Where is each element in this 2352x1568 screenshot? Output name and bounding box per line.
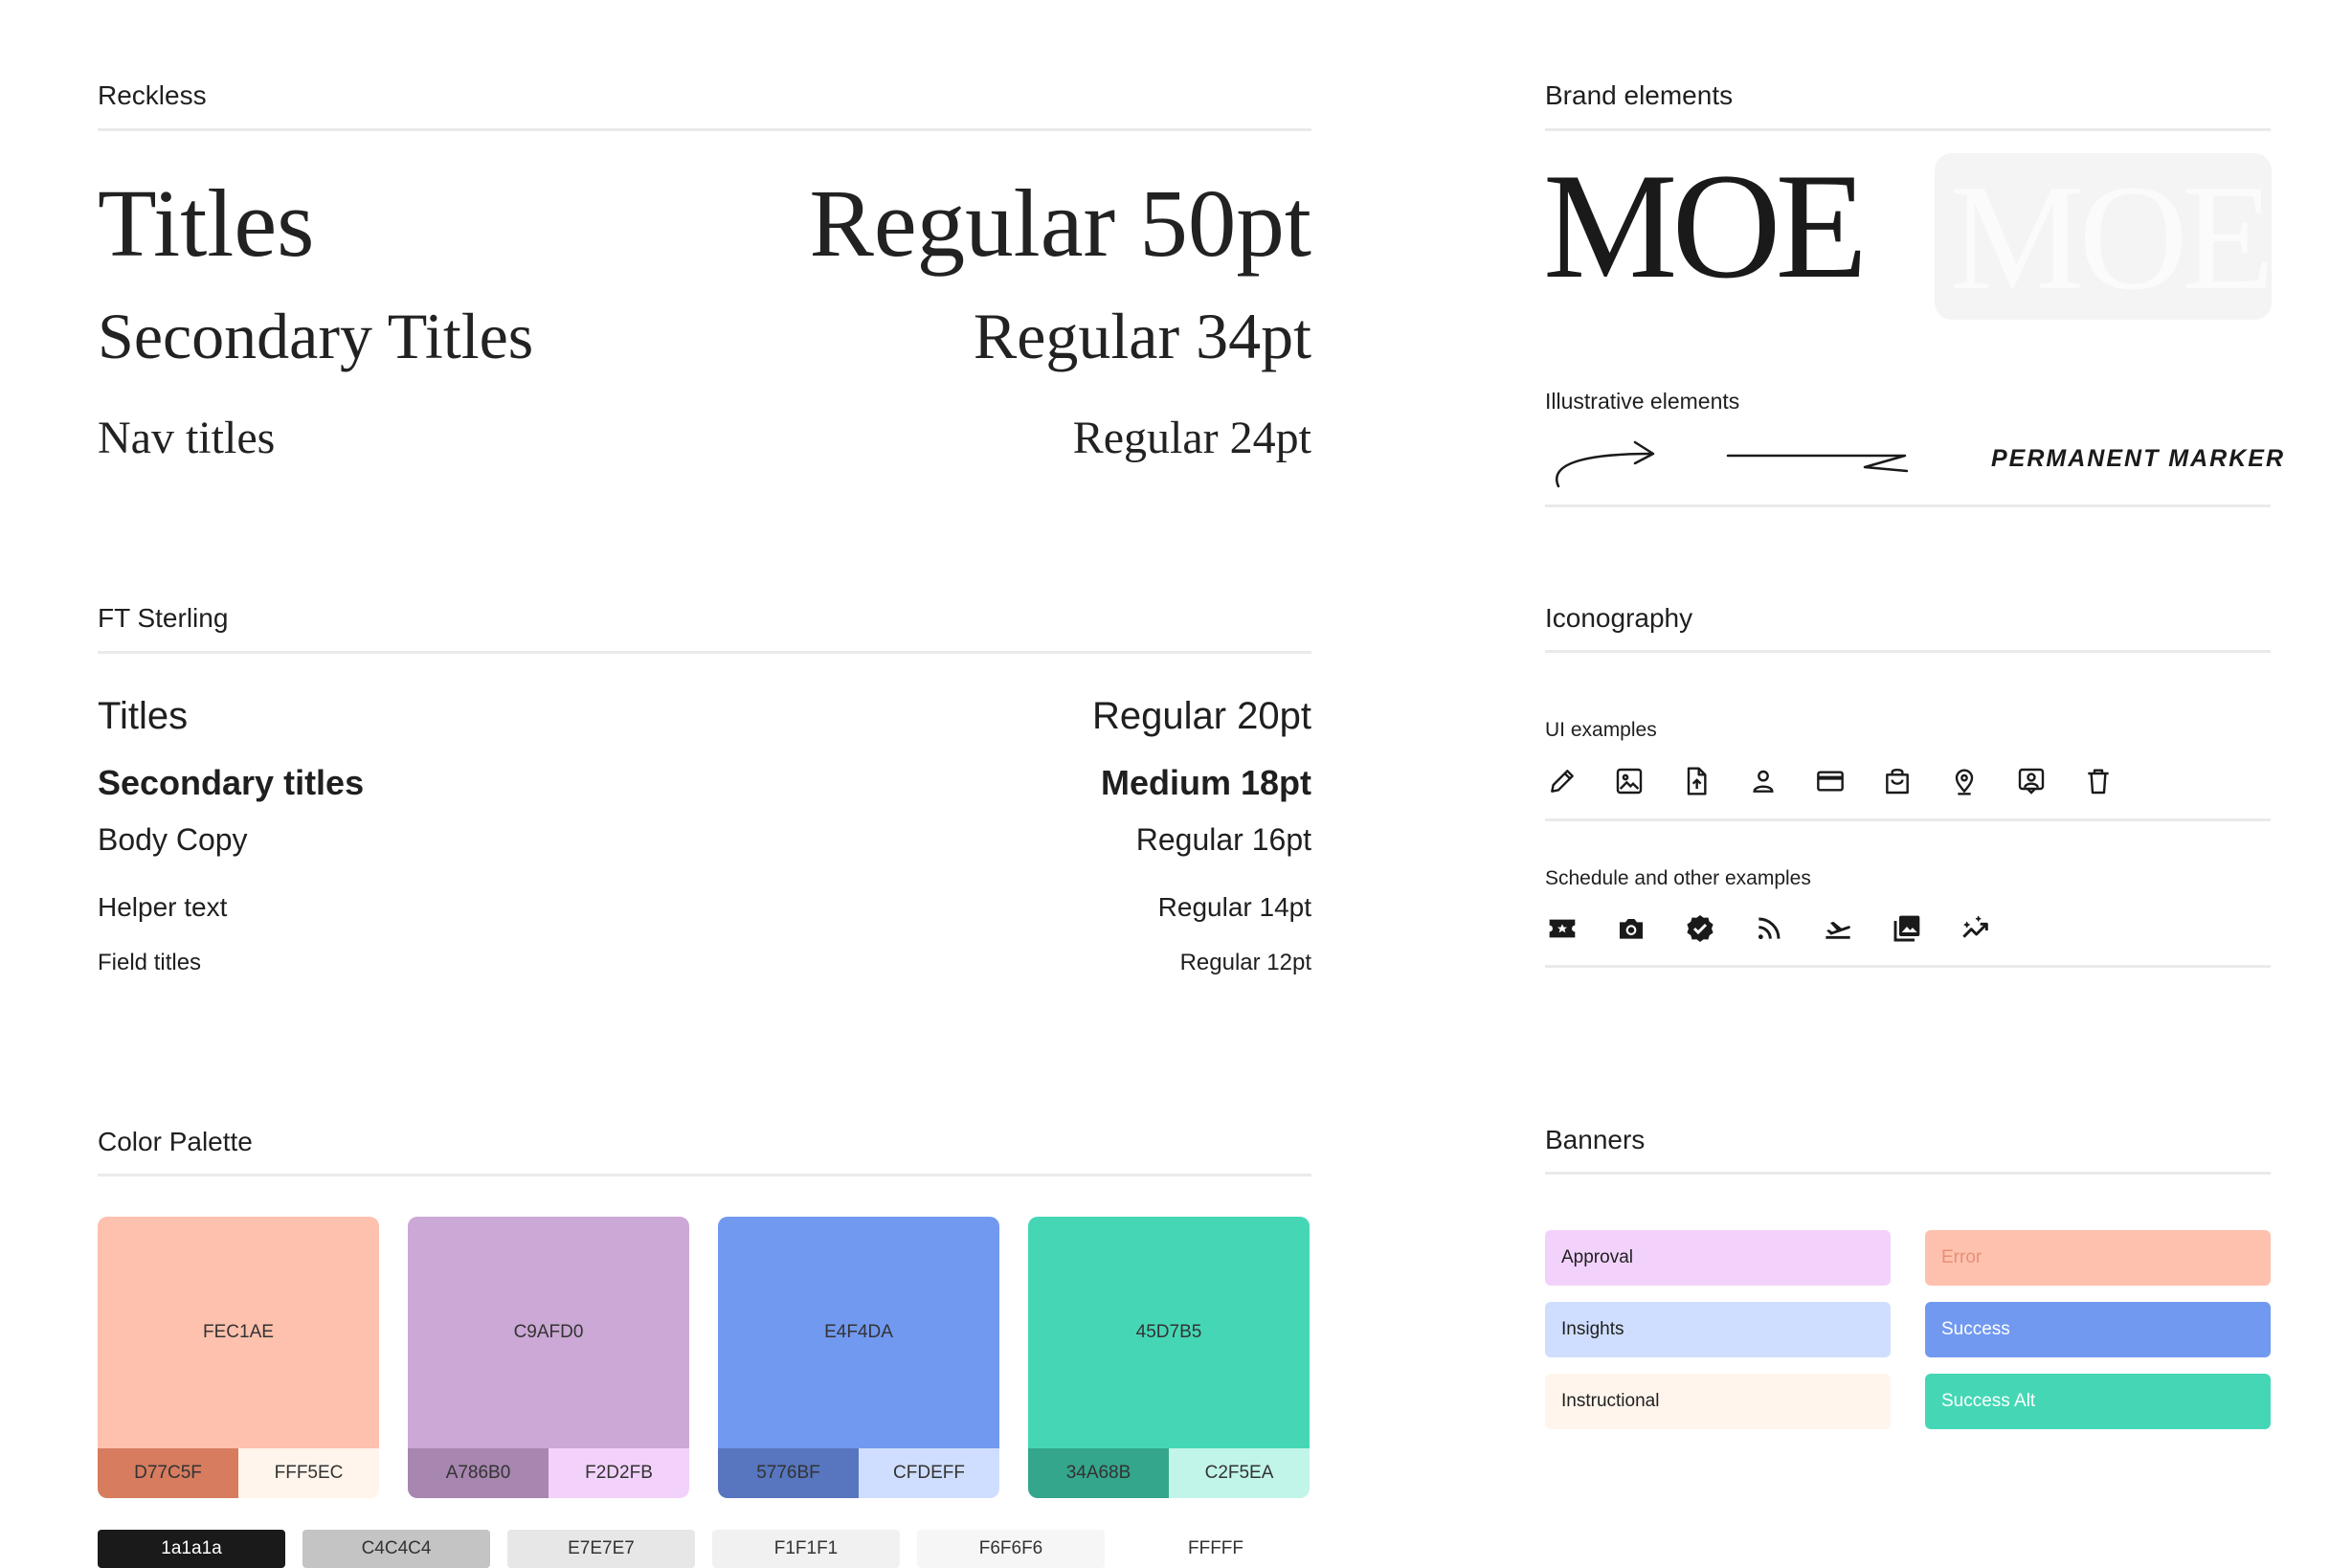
ticket-icon [1547, 913, 1578, 944]
swatch-dark: 34A68B [1028, 1448, 1169, 1498]
schedule-icons-row [1547, 913, 2027, 944]
sterling-label: Body Copy [98, 822, 248, 857]
sterling-row-titles: Titles Regular 20pt [98, 695, 1311, 738]
neutral-swatch: F6F6F6 [917, 1530, 1105, 1568]
ui-icons-divider [1545, 818, 2271, 821]
brand-heading: Brand elements [1545, 80, 1734, 110]
sterling-label: Secondary titles [98, 763, 365, 802]
swatch-main: FEC1AE [98, 1217, 379, 1448]
palette-heading: Color Palette [98, 1127, 253, 1156]
sterling-row-body: Body Copy Regular 16pt [98, 822, 1311, 858]
swatch-dark: A786B0 [408, 1448, 549, 1498]
sterling-heading: FT Sterling [98, 603, 229, 633]
banner-error: Error [1925, 1230, 2271, 1286]
color-swatch-lilac: C9AFD0 A786B0 F2D2FB [408, 1217, 689, 1498]
neutral-swatch: C4C4C4 [302, 1530, 490, 1568]
sterling-row-helper: Helper text Regular 14pt [98, 892, 1311, 923]
iconography-heading: Iconography [1545, 603, 1693, 633]
sterling-spec: Regular 20pt [1091, 695, 1311, 737]
neutral-swatch: F1F1F1 [712, 1530, 900, 1568]
image-icon [1614, 766, 1645, 796]
pencil-icon [1547, 766, 1578, 796]
ui-icons-row [1547, 766, 2150, 796]
rss-icon [1754, 913, 1784, 944]
sterling-spec: Regular 12pt [1179, 950, 1311, 975]
illustrative-divider [1545, 504, 2271, 507]
swatch-dark: D77C5F [98, 1448, 238, 1498]
banner-approval: Approval [1545, 1230, 1891, 1286]
sterling-spec: Regular 14pt [1157, 892, 1311, 922]
sterling-label: Titles [98, 695, 189, 737]
reckless-row-nav: Nav titles Regular 24pt [98, 412, 1311, 464]
camera-icon [1616, 913, 1646, 944]
swatch-light: CFDEFF [859, 1448, 999, 1498]
reckless-row-secondary: Secondary Titles Regular 34pt [98, 299, 1311, 374]
reckless-spec: Regular 50pt [809, 169, 1311, 277]
banner-success-alt: Success Alt [1925, 1374, 2271, 1429]
user-icon [1748, 766, 1779, 796]
sterling-label: Field titles [98, 950, 202, 975]
neutral-swatch: FFFFF [1122, 1530, 1310, 1568]
reckless-spec: Regular 24pt [1072, 413, 1311, 463]
banner-insights: Insights [1545, 1302, 1891, 1357]
swatch-light: FFF5EC [238, 1448, 379, 1498]
reckless-label: Secondary Titles [98, 300, 534, 372]
moe-logo-dark: MOE [1543, 143, 1868, 310]
swatch-main: 45D7B5 [1028, 1217, 1310, 1448]
banners-divider [1545, 1172, 2271, 1175]
neutral-swatch: E7E7E7 [507, 1530, 695, 1568]
swatch-main: C9AFD0 [408, 1217, 689, 1448]
shopping-bag-icon [1882, 766, 1913, 796]
curved-arrow-icon [1556, 440, 1655, 488]
sterling-spec: Medium 18pt [1100, 763, 1311, 802]
schedule-icons-divider [1545, 965, 2271, 968]
ui-examples-heading: UI examples [1545, 719, 1657, 741]
swatch-light: F2D2FB [549, 1448, 689, 1498]
color-swatch-teal: 45D7B5 34A68B C2F5EA [1028, 1217, 1310, 1498]
sterling-label: Helper text [98, 892, 228, 922]
credit-card-icon [1815, 766, 1846, 796]
swatch-dark: 5776BF [718, 1448, 859, 1498]
banner-success: Success [1925, 1302, 2271, 1357]
reckless-label: Titles [98, 169, 315, 277]
trash-icon [2083, 766, 2114, 796]
color-swatch-blue: E4F4DA 5776BF CFDEFF [718, 1217, 999, 1498]
user-badge-icon [2016, 766, 2047, 796]
neutral-swatch: 1a1a1a [98, 1530, 285, 1568]
permanent-marker-sample: PERMANENT MARKER [1991, 445, 2285, 472]
schedule-examples-heading: Schedule and other examples [1545, 867, 1811, 889]
brand-divider [1545, 128, 2271, 131]
iconography-divider [1545, 650, 2271, 653]
sterling-row-field: Field titles Regular 12pt [98, 950, 1311, 976]
sterling-row-secondary: Secondary titles Medium 18pt [98, 763, 1311, 803]
reckless-spec: Regular 34pt [973, 300, 1311, 372]
illustrative-heading: Illustrative elements [1545, 389, 1740, 414]
moe-logo-light: MOE [1950, 154, 2272, 320]
location-pin-icon [1949, 766, 1980, 796]
reckless-divider [98, 128, 1311, 131]
reckless-heading: Reckless [98, 80, 207, 110]
reckless-label: Nav titles [98, 413, 276, 463]
flight-takeoff-icon [1823, 913, 1853, 944]
swatch-light: C2F5EA [1169, 1448, 1310, 1498]
sterling-divider [98, 651, 1311, 654]
banner-instructional: Instructional [1545, 1374, 1891, 1429]
sterling-spec: Regular 16pt [1135, 822, 1311, 857]
palette-divider [98, 1174, 1311, 1176]
moe-logo-light-tile: MOE [1935, 153, 2272, 320]
reckless-row-titles: Titles Regular 50pt [98, 168, 1311, 279]
verified-badge-icon [1685, 913, 1715, 944]
banners-heading: Banners [1545, 1125, 1646, 1154]
color-swatch-coral: FEC1AE D77C5F FFF5EC [98, 1217, 379, 1498]
file-upload-icon [1681, 766, 1712, 796]
zigzag-line-icon [1726, 454, 1909, 473]
trending-icon [1960, 913, 1991, 944]
photo-library-icon [1892, 913, 1922, 944]
swatch-main: E4F4DA [718, 1217, 999, 1448]
